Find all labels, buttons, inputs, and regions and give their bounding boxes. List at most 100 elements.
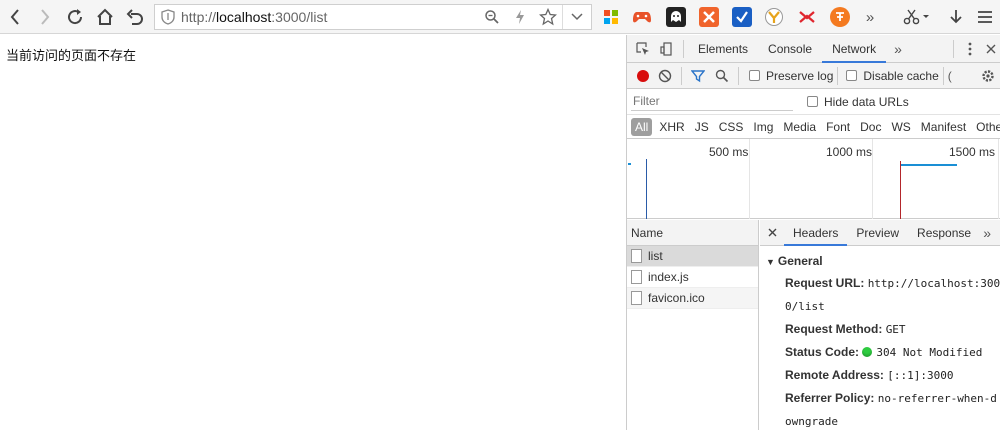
tab-network[interactable]: Network xyxy=(822,35,887,63)
address-bar[interactable]: http://localhost:3000/list xyxy=(154,4,592,30)
general-section-header[interactable]: ▼ General xyxy=(760,246,1000,268)
referrer-policy-value: no-referrer-when-d xyxy=(877,392,997,405)
close-devtools-icon[interactable] xyxy=(982,35,1000,63)
inspect-element-icon[interactable] xyxy=(631,35,655,63)
request-row-favicon[interactable]: favicon.ico xyxy=(627,288,758,309)
type-filter-img[interactable]: Img xyxy=(748,120,778,134)
checkbox-box[interactable] xyxy=(807,95,818,107)
more-extensions-icon[interactable]: » xyxy=(860,7,880,27)
search-icon[interactable] xyxy=(710,62,734,90)
shield-icon xyxy=(155,9,181,25)
clear-icon[interactable] xyxy=(653,62,677,90)
ghost-extension-icon[interactable] xyxy=(666,7,686,27)
tab-headers[interactable]: Headers xyxy=(784,220,848,246)
timeline-marker-red xyxy=(900,161,901,219)
tab-preview[interactable]: Preview xyxy=(847,220,908,246)
file-icon xyxy=(631,291,642,305)
hide-data-urls-checkbox[interactable]: Hide data URLs xyxy=(807,95,909,109)
request-row-list[interactable]: list xyxy=(627,246,758,267)
tab-elements[interactable]: Elements xyxy=(688,35,758,63)
page-not-found-message: 当前访问的页面不存在 xyxy=(6,48,137,63)
devtools-panel: Elements Console Network » Preserve log … xyxy=(626,35,1000,430)
tab-console[interactable]: Console xyxy=(758,35,822,63)
checkbox-box[interactable] xyxy=(749,69,760,81)
zoom-icon[interactable] xyxy=(478,5,506,29)
file-icon xyxy=(631,270,642,284)
net-divider-3 xyxy=(837,66,839,85)
name-column-header[interactable]: Name xyxy=(627,220,758,246)
type-filter-ws[interactable]: WS xyxy=(886,120,915,134)
y-extension-icon[interactable] xyxy=(764,7,784,27)
requests-area: Name list index.js favicon.ico Headers P… xyxy=(627,220,1000,430)
filter-row: Hide data URLs xyxy=(627,89,1000,115)
status-code-key: Status Code: xyxy=(785,345,860,359)
request-url-key: Request URL: xyxy=(785,276,865,290)
net-divider xyxy=(681,66,682,85)
request-name: favicon.ico xyxy=(648,290,705,305)
chevron-left-icon xyxy=(10,8,19,25)
kebab-menu-icon[interactable] xyxy=(958,35,982,63)
device-toggle-icon[interactable] xyxy=(655,35,679,63)
timeline-label-500: 500 ms xyxy=(709,145,749,159)
home-button[interactable] xyxy=(90,0,120,34)
bookmark-extension-icon[interactable] xyxy=(797,7,817,27)
preserve-log-checkbox[interactable]: Preserve log xyxy=(749,69,833,83)
close-details-icon[interactable] xyxy=(760,219,784,247)
chevron-right-icon xyxy=(41,8,50,25)
type-filter-doc[interactable]: Doc xyxy=(855,120,886,134)
back-button[interactable] xyxy=(0,0,30,34)
filter-icon[interactable] xyxy=(686,62,710,90)
type-filter-js[interactable]: JS xyxy=(690,120,714,134)
checkmark-extension-icon[interactable] xyxy=(732,7,752,27)
request-list: Name list index.js favicon.ico xyxy=(627,220,759,430)
home-icon xyxy=(97,8,113,25)
checkbox-box[interactable] xyxy=(846,69,858,81)
tools-extension-icon[interactable] xyxy=(699,7,719,27)
settings-gear-icon[interactable] xyxy=(976,62,1000,90)
more-detail-tabs-icon[interactable]: » xyxy=(980,219,994,247)
reload-icon xyxy=(68,8,83,24)
gamepad-icon[interactable] xyxy=(632,7,652,27)
timeline-label-1000: 1000 ms xyxy=(826,145,873,159)
request-row-index-js[interactable]: index.js xyxy=(627,267,758,288)
type-filter-font[interactable]: Font xyxy=(821,120,855,134)
disable-cache-checkbox[interactable]: Disable cache xyxy=(846,68,939,83)
referrer-policy-row: Referrer Policy: no-referrer-when-d xyxy=(760,387,1000,410)
lightning-icon[interactable] xyxy=(506,5,534,29)
timeline-gridline xyxy=(749,139,750,219)
forward-button[interactable] xyxy=(30,0,60,34)
url-text[interactable]: http://localhost:3000/list xyxy=(181,9,478,25)
timeline-bar-start xyxy=(628,163,631,165)
tab-divider-right xyxy=(953,39,954,58)
type-filter-xhr[interactable]: XHR xyxy=(654,120,689,134)
menu-icon[interactable] xyxy=(975,7,995,27)
chevron-down-icon[interactable] xyxy=(563,5,591,29)
disable-cache-label: Disable cache xyxy=(863,68,939,83)
request-details: Headers Preview Response » ▼ General Requ… xyxy=(760,220,1000,430)
reload-button[interactable] xyxy=(60,0,90,34)
download-icon[interactable] xyxy=(946,7,966,27)
tab-response[interactable]: Response xyxy=(908,220,980,246)
type-filter-css[interactable]: CSS xyxy=(714,120,749,134)
status-code-value: 304 Not Modified xyxy=(876,346,983,359)
remote-address-row: Remote Address: [::1]:3000 xyxy=(760,364,1000,387)
filter-input[interactable] xyxy=(631,92,793,111)
translate-extension-icon[interactable] xyxy=(830,7,850,27)
timeline-bar-end xyxy=(901,164,957,166)
url-path: :3000/list xyxy=(271,9,328,25)
type-filter-media[interactable]: Media xyxy=(778,120,821,134)
more-tabs-icon[interactable]: » xyxy=(886,35,910,63)
type-filter-manifest[interactable]: Manifest xyxy=(916,120,971,134)
star-icon[interactable] xyxy=(534,5,562,29)
type-filter-all[interactable]: All xyxy=(631,117,653,136)
scissors-icon[interactable] xyxy=(902,7,930,27)
record-icon[interactable] xyxy=(637,69,649,82)
network-timeline[interactable]: 500 ms 1000 ms 1500 ms xyxy=(627,139,1000,219)
net-divider-4 xyxy=(942,66,944,85)
apps-grid-icon[interactable] xyxy=(601,7,621,27)
undo-button[interactable] xyxy=(120,0,150,34)
preserve-log-label: Preserve log xyxy=(766,68,834,83)
throttle-menu-icon[interactable]: ( xyxy=(948,69,952,83)
status-ok-icon xyxy=(862,347,873,357)
type-filter-other[interactable]: Other xyxy=(971,120,1000,134)
